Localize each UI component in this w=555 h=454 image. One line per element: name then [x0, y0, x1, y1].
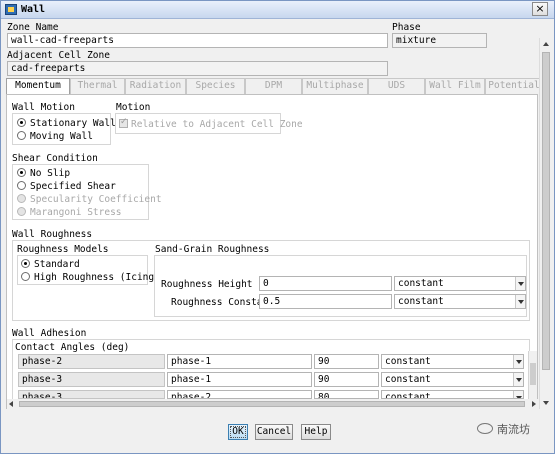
window-title: Wall [21, 4, 46, 15]
help-button[interactable]: Help [301, 424, 331, 440]
radio-no-slip[interactable]: No Slip [17, 168, 70, 179]
select-value: constant [385, 356, 431, 367]
row3-phase-b: phase-2 [167, 390, 312, 399]
wall-adhesion-label: Wall Adhesion [12, 328, 87, 339]
roughness-height-method-select[interactable]: constant [394, 276, 526, 291]
radio-circle [21, 272, 30, 281]
radio-marangoni-stress: Marangoni Stress [17, 207, 122, 218]
horizontal-scrollbar[interactable] [7, 399, 538, 409]
vertical-scrollbar[interactable] [539, 38, 551, 409]
adjacent-zone-label: Adjacent Cell Zone [7, 50, 110, 61]
radio-circle [17, 181, 26, 190]
shear-condition-label: Shear Condition [12, 153, 98, 164]
radio-stationary-wall[interactable]: Stationary Wall [17, 118, 116, 129]
radio-label: Specularity Coefficient [30, 194, 162, 205]
chevron-down-icon[interactable] [515, 295, 525, 308]
watermark-text: 南流坊 [497, 423, 530, 436]
radio-label: Stationary Wall [30, 118, 116, 129]
fluent-app-icon [5, 4, 17, 15]
radio-label: Marangoni Stress [30, 207, 122, 218]
motion-label: Motion [116, 102, 151, 113]
radio-label: Standard [34, 259, 80, 270]
wechat-icon [477, 423, 493, 434]
tab-momentum[interactable]: Momentum [6, 78, 70, 95]
radio-specified-shear[interactable]: Specified Shear [17, 181, 116, 192]
title-bar[interactable]: Wall × [1, 1, 554, 19]
tab-thermal[interactable]: Thermal [70, 78, 125, 94]
radio-circle [17, 131, 26, 140]
row2-angle-input[interactable]: 90 [314, 372, 379, 387]
zone-name-label: Zone Name [7, 22, 59, 33]
tab-wall-film[interactable]: Wall Film [425, 78, 485, 94]
row3-method-select[interactable]: constant [381, 390, 524, 399]
wall-roughness-label: Wall Roughness [12, 229, 93, 240]
scroll-up-icon[interactable] [543, 42, 549, 46]
tab-uds[interactable]: UDS [368, 78, 425, 94]
tab-species[interactable]: Species [186, 78, 245, 94]
relative-to-adjacent-checkbox: Relative to Adjacent Cell Zone [119, 117, 303, 130]
wall-dialog: Wall × Zone Name wall-cad-freeparts Phas… [0, 0, 555, 454]
scroll-thumb[interactable] [19, 401, 525, 407]
tab-multiphase[interactable]: Multiphase [302, 78, 368, 94]
cancel-button[interactable]: Cancel [255, 424, 293, 440]
roughness-height-input[interactable]: 0 [259, 276, 392, 291]
wall-motion-label: Wall Motion [12, 102, 75, 113]
radio-label: No Slip [30, 168, 71, 179]
row2-phase-b: phase-1 [167, 372, 312, 387]
tab-dpm[interactable]: DPM [245, 78, 302, 94]
roughness-models-label: Roughness Models [17, 244, 109, 255]
row3-phase-a: phase-3 [18, 390, 165, 399]
tab-potential[interactable]: Potential [485, 78, 543, 94]
phase-field: mixture [392, 33, 487, 48]
radio-circle [17, 194, 26, 203]
chevron-down-icon[interactable] [515, 277, 525, 290]
row1-angle-input[interactable]: 90 [314, 354, 379, 369]
row2-phase-a: phase-3 [18, 372, 165, 387]
radio-standard[interactable]: Standard [21, 259, 80, 270]
radio-label: Specified Shear [30, 181, 116, 192]
radio-high-roughness[interactable]: High Roughness (Icing) [21, 272, 160, 283]
radio-label: High Roughness (Icing) [34, 272, 160, 283]
radio-circle [17, 118, 26, 127]
row3-angle-input[interactable]: 80 [314, 390, 379, 399]
scroll-down-icon[interactable] [543, 401, 549, 405]
radio-circle [17, 207, 26, 216]
adjacent-zone-field: cad-freeparts [7, 61, 388, 76]
radio-circle [21, 259, 30, 268]
roughness-constant-input[interactable]: 0.5 [259, 294, 392, 309]
scroll-thumb[interactable] [542, 52, 550, 370]
watermark: 南流坊 [477, 421, 530, 437]
phase-label: Phase [392, 22, 421, 33]
scroll-right-icon[interactable] [532, 401, 536, 407]
ok-button[interactable]: OK [228, 424, 248, 440]
scroll-left-icon[interactable] [9, 401, 13, 407]
radio-specularity-coefficient: Specularity Coefficient [17, 194, 162, 205]
contact-angles-label: Contact Angles (deg) [15, 342, 130, 353]
zone-name-input[interactable]: wall-cad-freeparts [7, 33, 388, 48]
radio-label: Moving Wall [30, 131, 93, 142]
scroll-thumb[interactable] [530, 363, 536, 385]
select-value: constant [385, 392, 431, 399]
radio-moving-wall[interactable]: Moving Wall [17, 131, 93, 142]
chevron-down-icon[interactable] [513, 391, 523, 398]
row2-method-select[interactable]: constant [381, 372, 524, 387]
chevron-down-icon[interactable] [513, 373, 523, 386]
row1-method-select[interactable]: constant [381, 354, 524, 369]
roughness-constant-method-select[interactable]: constant [394, 294, 526, 309]
sand-grain-roughness-label: Sand-Grain Roughness [155, 244, 270, 255]
chevron-down-icon[interactable] [513, 355, 523, 368]
select-value: constant [385, 374, 431, 385]
select-value: constant [398, 278, 444, 289]
radio-circle [17, 168, 26, 177]
select-value: constant [398, 296, 444, 307]
row1-phase-b: phase-1 [167, 354, 312, 369]
checkbox-box [119, 117, 128, 128]
contact-angles-scrollbar[interactable] [528, 351, 537, 399]
row1-phase-a: phase-2 [18, 354, 165, 369]
checkbox-label: Relative to Adjacent Cell Zone [131, 119, 303, 130]
close-button[interactable]: × [532, 2, 548, 16]
tab-radiation[interactable]: Radiation [125, 78, 186, 94]
